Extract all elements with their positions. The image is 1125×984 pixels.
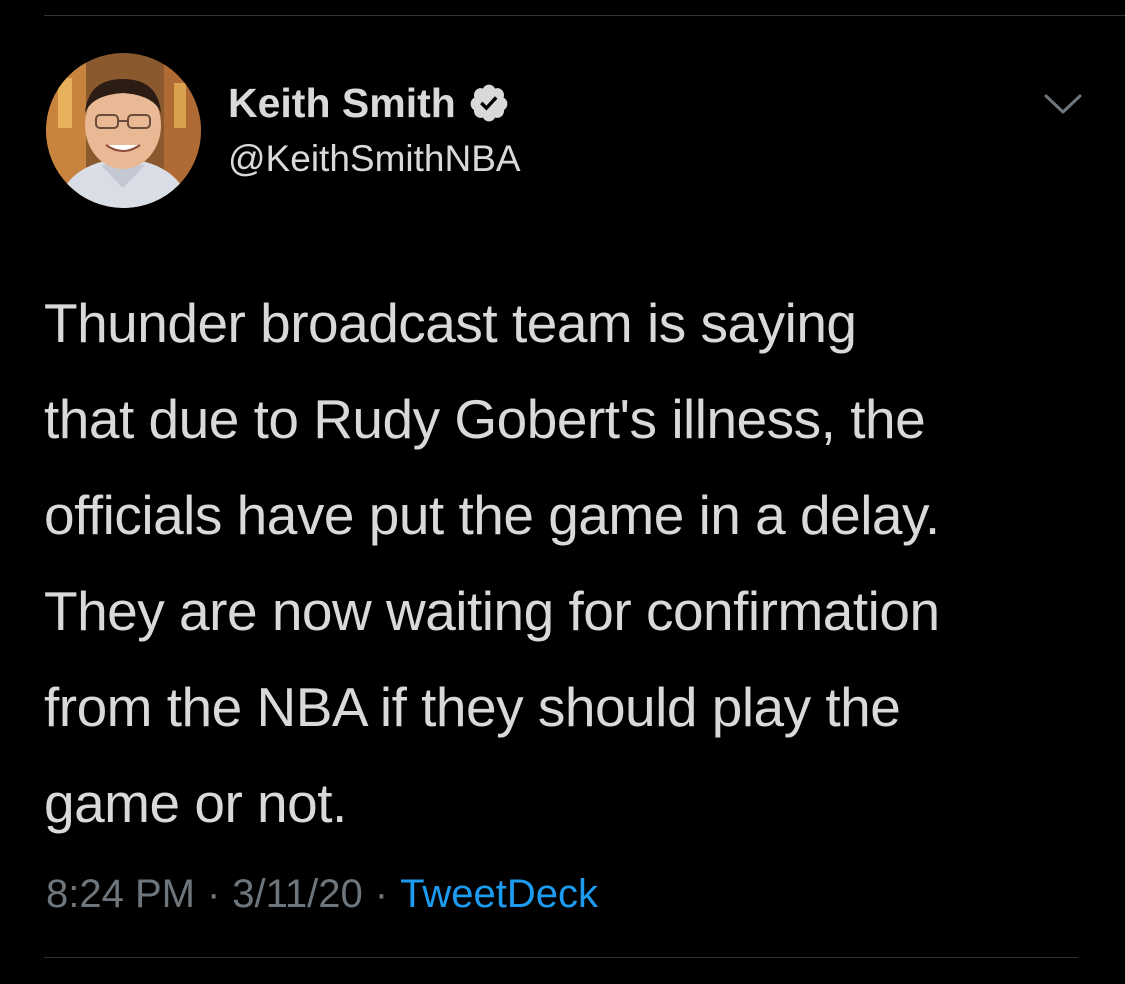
tweet-source-link[interactable]: TweetDeck: [400, 866, 598, 922]
tweet-text-line: officials have put the game in a delay.: [44, 484, 940, 546]
tweet-text-line: game or not.: [44, 772, 347, 834]
author-avatar[interactable]: [46, 53, 201, 208]
tweet-text-line: Thunder broadcast team is saying: [44, 292, 857, 354]
meta-separator: ·: [206, 872, 221, 916]
tweet-text-line: from the NBA if they should play the: [44, 676, 901, 738]
tweet-metadata: 8:24 PM · 3/11/20 · TweetDeck: [46, 866, 598, 922]
author-name-row[interactable]: Keith Smith: [228, 78, 510, 128]
tweet-date[interactable]: 3/11/20: [232, 866, 363, 922]
tweet-time[interactable]: 8:24 PM: [46, 866, 195, 922]
tweet-text: Thunder broadcast team is saying that du…: [44, 275, 1104, 851]
tweet-text-line: They are now waiting for confirmation: [44, 580, 940, 642]
verified-badge-icon: [470, 84, 508, 122]
author-display-name[interactable]: Keith Smith: [228, 78, 456, 128]
chevron-down-icon[interactable]: [1043, 92, 1083, 116]
meta-separator: ·: [374, 872, 389, 916]
bottom-divider: [44, 957, 1078, 958]
author-handle[interactable]: @KeithSmithNBA: [228, 136, 521, 182]
user-avatar-icon: [46, 53, 201, 208]
top-divider: [44, 15, 1125, 16]
tweet-text-line: that due to Rudy Gobert's illness, the: [44, 388, 926, 450]
